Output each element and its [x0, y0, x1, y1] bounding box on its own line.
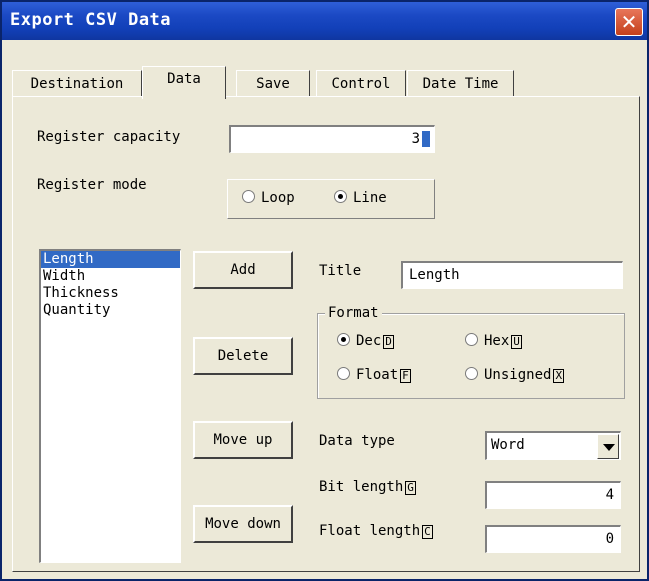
bit-length-accelerator: G — [405, 481, 416, 495]
title-label: Title — [319, 263, 362, 279]
title-bar[interactable]: Export CSV Data ✕ — [2, 2, 647, 40]
window-title: Export CSV Data — [10, 10, 172, 30]
text-caret-icon — [422, 131, 430, 147]
register-mode-label: Register mode — [37, 177, 147, 193]
bit-length-text: Bit length — [319, 479, 404, 495]
float-length-accelerator: C — [422, 525, 433, 539]
close-icon[interactable]: ✕ — [615, 8, 643, 36]
list-item[interactable]: Thickness — [41, 285, 180, 302]
format-group — [317, 313, 625, 399]
radio-hex-icon — [465, 333, 478, 346]
radio-float-icon — [337, 367, 350, 380]
dec-accelerator: D — [383, 335, 394, 349]
radio-hex[interactable]: Hex U — [465, 333, 522, 349]
radio-loop[interactable]: Loop — [242, 190, 295, 206]
radio-dec[interactable]: Dec D — [337, 333, 394, 349]
radio-float[interactable]: Float F — [337, 367, 411, 383]
bit-length-input[interactable]: 4 — [485, 481, 621, 509]
add-button[interactable]: Add — [193, 251, 293, 289]
radio-dec-label: Dec — [356, 333, 382, 349]
register-capacity-input[interactable]: 3 — [229, 125, 435, 153]
radio-unsigned[interactable]: Unsigned X — [465, 367, 565, 383]
tab-save[interactable]: Save — [236, 70, 310, 97]
register-capacity-label: Register capacity — [37, 129, 181, 145]
tab-date-time[interactable]: Date Time — [407, 70, 514, 97]
data-tab-panel: Register capacity 3 Register mode Loop L… — [12, 96, 640, 572]
data-type-select[interactable]: Word — [485, 431, 621, 460]
tab-control[interactable]: Control — [316, 70, 406, 97]
radio-hex-label: Hex — [484, 333, 510, 349]
radio-line[interactable]: Line — [334, 190, 387, 206]
float-length-label: Float length C — [319, 523, 433, 539]
radio-loop-icon — [242, 190, 255, 203]
data-type-label: Data type — [319, 433, 395, 449]
hex-accelerator: U — [511, 335, 522, 349]
delete-button[interactable]: Delete — [193, 337, 293, 375]
export-csv-dialog: Export CSV Data ✕ Destination Data Save … — [0, 0, 649, 581]
title-input[interactable]: Length — [401, 261, 623, 289]
list-item[interactable]: Width — [41, 268, 180, 285]
unsigned-accelerator: X — [553, 369, 565, 383]
list-item[interactable]: Length — [41, 251, 180, 268]
data-type-value: Word — [491, 437, 525, 453]
float-length-input[interactable]: 0 — [485, 525, 621, 553]
chevron-down-icon[interactable] — [597, 434, 619, 459]
radio-float-label: Float — [356, 367, 399, 383]
radio-unsigned-label: Unsigned — [484, 367, 552, 383]
bit-length-label: Bit length G — [319, 479, 416, 495]
float-length-text: Float length — [319, 523, 421, 539]
radio-dec-icon — [337, 333, 350, 346]
radio-unsigned-icon — [465, 367, 478, 380]
float-accelerator: F — [400, 369, 411, 383]
format-label: Format — [325, 305, 382, 321]
register-capacity-value: 3 — [411, 131, 420, 147]
list-item[interactable]: Quantity — [41, 302, 180, 319]
move-down-button[interactable]: Move down — [193, 505, 293, 543]
register-mode-group: Loop Line — [227, 179, 435, 219]
tab-data[interactable]: Data — [142, 66, 226, 99]
radio-loop-label: Loop — [261, 190, 295, 206]
field-list[interactable]: Length Width Thickness Quantity — [39, 249, 181, 563]
tab-destination[interactable]: Destination — [12, 70, 142, 97]
move-up-button[interactable]: Move up — [193, 421, 293, 459]
radio-line-label: Line — [353, 190, 387, 206]
radio-line-icon — [334, 190, 347, 203]
